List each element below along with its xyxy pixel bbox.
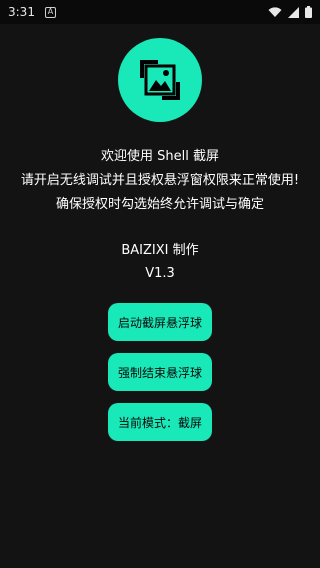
app-logo xyxy=(118,38,202,122)
screenshot-image-icon xyxy=(140,60,180,100)
start-float-button[interactable]: 启动截屏悬浮球 xyxy=(108,303,212,341)
current-mode-button[interactable]: 当前模式：截屏 xyxy=(108,403,212,441)
battery-icon xyxy=(305,6,312,18)
main-content: 欢迎使用 Shell 截屏 请开启无线调试并且授权悬浮窗权限来正常使用! 确保授… xyxy=(0,24,320,568)
version-text: V1.3 xyxy=(145,266,175,281)
authorization-note: 确保授权时勾选始终允许调试与确定 xyxy=(55,197,264,212)
author-text: BAIZIXI 制作 xyxy=(121,243,199,258)
status-time: 3:31 xyxy=(8,5,35,19)
signal-icon xyxy=(288,6,299,18)
a-notification-icon: A xyxy=(44,6,56,18)
instruction-text: 请开启无线调试并且授权悬浮窗权限来正常使用! xyxy=(20,173,300,188)
status-bar: 3:31 A xyxy=(0,0,320,24)
stop-float-button[interactable]: 强制结束悬浮球 xyxy=(108,353,212,391)
status-icons xyxy=(268,6,312,18)
welcome-text: 欢迎使用 Shell 截屏 xyxy=(101,149,219,164)
wifi-icon xyxy=(268,6,282,17)
